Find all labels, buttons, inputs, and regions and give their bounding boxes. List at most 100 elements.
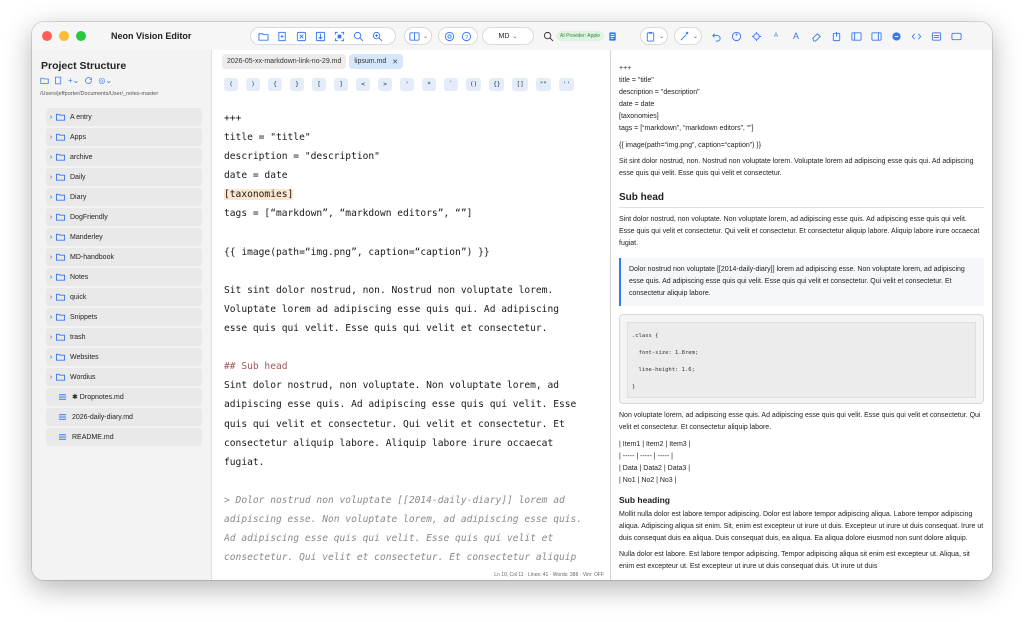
tab-bar: 2026-05-xx-markdown-link-no-29.md lipsum…: [222, 54, 404, 69]
gear-icon[interactable]: [443, 28, 457, 44]
open-folder-icon[interactable]: [40, 76, 49, 87]
snippet-button[interactable]: `: [444, 78, 458, 91]
folder-icon: [56, 332, 68, 342]
snippet-button[interactable]: (): [466, 78, 482, 91]
window-controls: [42, 31, 86, 41]
snippet-button[interactable]: '': [558, 78, 575, 91]
folder-row[interactable]: › Manderley: [46, 228, 202, 246]
folder-row[interactable]: › Daily: [46, 168, 202, 186]
folder-row[interactable]: › Snippets: [46, 308, 202, 326]
folder-label: A entry: [70, 113, 92, 121]
zoom-in-icon[interactable]: [369, 28, 385, 44]
save-icon[interactable]: [312, 28, 328, 44]
export-icon[interactable]: [828, 28, 844, 44]
code-line: tags = [“markdown”, “markdown editors”, …: [224, 208, 473, 220]
snippet-button[interactable]: <: [356, 78, 370, 91]
close-file-icon[interactable]: [293, 28, 309, 44]
sidebar-toggle-icon[interactable]: [848, 28, 864, 44]
snippet-button[interactable]: {: [268, 78, 282, 91]
snippet-button[interactable]: {}: [489, 78, 505, 91]
minimize-window-button[interactable]: [59, 31, 69, 41]
close-icon[interactable]: ✕: [392, 58, 398, 66]
code-line: quis qui velit et consectetur. Qui velit…: [224, 418, 565, 430]
folder-icon: [56, 372, 68, 382]
preview-table-line: | Data | Data2 | Data3 |: [619, 465, 691, 472]
folder-label: Manderley: [70, 233, 103, 241]
code-icon[interactable]: [908, 28, 924, 44]
accessibility-icon[interactable]: [728, 28, 744, 44]
preview-toggle-icon[interactable]: [868, 28, 884, 44]
snippet-button[interactable]: (: [224, 78, 238, 91]
search-icon[interactable]: [350, 28, 366, 44]
file-row[interactable]: ✱ Dropnotes.md: [46, 388, 202, 406]
code-editor[interactable]: +++ title = "title" description = "descr…: [224, 109, 604, 567]
font-decrease-button[interactable]: A: [768, 28, 784, 44]
snippet-button[interactable]: ): [246, 78, 260, 91]
folder-icon: [56, 172, 68, 182]
undo-icon[interactable]: [708, 28, 724, 44]
folder-row[interactable]: › Diary: [46, 188, 202, 206]
new-file-icon[interactable]: [274, 28, 290, 44]
folder-row[interactable]: › Websites: [46, 348, 202, 366]
split-view-icon[interactable]: [409, 28, 420, 44]
open-folder-icon[interactable]: [255, 28, 271, 44]
folder-row[interactable]: › quick: [46, 288, 202, 306]
new-file-icon[interactable]: [54, 76, 63, 87]
document-icon[interactable]: [604, 28, 620, 44]
more-options-icon[interactable]: ◎⌄: [98, 76, 112, 87]
brightness-icon[interactable]: [748, 28, 764, 44]
snippet-button[interactable]: []: [512, 78, 528, 91]
markdown-preview: +++ title = "title" description = "descr…: [611, 50, 992, 580]
folder-row[interactable]: › Notes: [46, 268, 202, 286]
folder-row[interactable]: › A entry: [46, 108, 202, 126]
bracket-match-highlight: [taxonomies]: [224, 189, 294, 201]
chevron-right-icon: ›: [49, 133, 53, 141]
tab-markdown-link[interactable]: 2026-05-xx-markdown-link-no-29.md: [222, 54, 347, 69]
folder-label: Diary: [70, 193, 87, 201]
close-window-button[interactable]: [42, 31, 52, 41]
folder-icon: [56, 292, 68, 302]
font-increase-button[interactable]: A: [788, 28, 804, 44]
refresh-icon[interactable]: [84, 76, 93, 87]
add-icon[interactable]: +⌄: [68, 76, 79, 87]
window-icon[interactable]: [948, 28, 964, 44]
folder-row[interactable]: › trash: [46, 328, 202, 346]
zoom-window-button[interactable]: [76, 31, 86, 41]
scan-icon[interactable]: [331, 28, 347, 44]
snippet-button[interactable]: ]: [334, 78, 348, 91]
find-icon[interactable]: [540, 28, 556, 44]
eraser-icon[interactable]: [808, 28, 824, 44]
sidebar-title: Project Structure: [41, 60, 127, 72]
folder-row[interactable]: › MD-handbook: [46, 248, 202, 266]
wand-icon[interactable]: [679, 28, 690, 44]
folder-row[interactable]: › Wordius: [46, 368, 202, 386]
ai-provider-badge[interactable]: AI Provider: Apple: [556, 31, 605, 41]
chevron-down-icon: ⌄: [659, 33, 665, 40]
snippet-button[interactable]: [: [312, 78, 326, 91]
code-line: adipiscing esse quis. Ad adipiscing esse…: [224, 399, 577, 411]
help-icon[interactable]: ?: [460, 28, 474, 44]
file-lines-icon: [58, 432, 70, 442]
snippet-button[interactable]: >: [378, 78, 392, 91]
list-icon[interactable]: [928, 28, 944, 44]
snippet-button[interactable]: }: [290, 78, 304, 91]
chat-icon[interactable]: [888, 28, 904, 44]
folder-row[interactable]: › Apps: [46, 128, 202, 146]
snippet-button[interactable]: *: [422, 78, 436, 91]
folder-label: Apps: [70, 133, 86, 141]
tab-lipsum[interactable]: lipsum.md ✕: [349, 54, 404, 69]
code-line: Voluptate lorem ad adipiscing esse quis …: [224, 303, 560, 315]
language-mode-select[interactable]: MD: [499, 33, 510, 40]
snippet-button[interactable]: "": [535, 78, 551, 91]
snippet-button[interactable]: ': [400, 78, 414, 91]
file-row[interactable]: README.md: [46, 428, 202, 446]
folder-label: Daily: [70, 173, 86, 181]
chevron-right-icon: ›: [49, 173, 53, 181]
folder-icon: [56, 192, 68, 202]
folder-row[interactable]: › DogFriendly: [46, 208, 202, 226]
clipboard-icon[interactable]: [645, 28, 656, 44]
file-row[interactable]: 2026-daily-diary.md: [46, 408, 202, 426]
code-line: esse quis qui velit. Esse quis qui velit…: [224, 323, 548, 335]
code-line: Sint dolor nostrud, non voluptate. Non v…: [224, 380, 560, 392]
folder-row[interactable]: › archive: [46, 148, 202, 166]
